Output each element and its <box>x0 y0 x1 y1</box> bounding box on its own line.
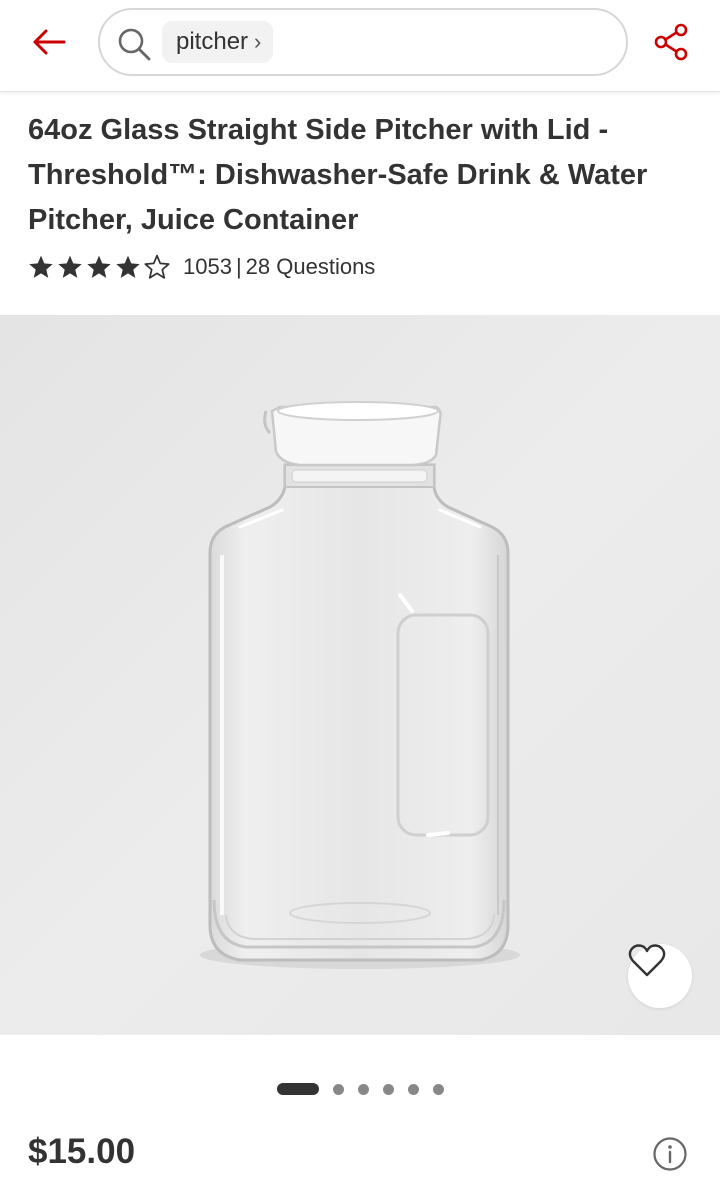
star-rating <box>28 254 173 280</box>
top-bar: pitcher › <box>0 0 720 92</box>
star-filled-icon <box>116 255 140 278</box>
arrow-left-icon <box>33 29 66 55</box>
search-query-chip[interactable]: pitcher › <box>162 21 274 63</box>
carousel-dot-active[interactable] <box>277 1083 319 1095</box>
search-input[interactable]: pitcher › <box>98 8 628 76</box>
product-title: 64oz Glass Straight Side Pitcher with Li… <box>28 114 648 236</box>
carousel-dot[interactable] <box>408 1083 419 1095</box>
rating-summary[interactable]: 1053 | 28 Questions <box>28 251 375 283</box>
carousel-dot[interactable] <box>333 1083 344 1095</box>
share-button[interactable] <box>652 22 692 62</box>
star-filled-icon <box>87 255 111 278</box>
star-filled-icon <box>58 255 82 278</box>
heart-outline-icon <box>628 944 666 977</box>
review-count[interactable]: 1053 <box>183 254 232 280</box>
search-chip-label: pitcher <box>176 28 249 55</box>
chevron-right-icon: › <box>254 29 262 54</box>
search-icon <box>118 28 151 61</box>
price-info-button[interactable] <box>652 1136 688 1172</box>
product-photo <box>0 315 720 1035</box>
product-image-carousel[interactable] <box>0 315 720 1035</box>
carousel-dot[interactable] <box>383 1083 394 1095</box>
product-price: $15.00 <box>28 1132 136 1171</box>
questions-link[interactable]: 28 Questions <box>246 254 376 280</box>
info-icon <box>653 1137 687 1171</box>
carousel-dot[interactable] <box>433 1083 444 1095</box>
favorite-button[interactable] <box>628 944 692 1008</box>
carousel-dot[interactable] <box>358 1083 369 1095</box>
back-button[interactable] <box>26 22 72 62</box>
carousel-pagination <box>277 1082 458 1096</box>
rating-separator: | <box>235 254 242 279</box>
star-filled-icon <box>29 255 53 278</box>
share-icon <box>654 23 688 61</box>
star-empty-icon <box>144 254 170 279</box>
